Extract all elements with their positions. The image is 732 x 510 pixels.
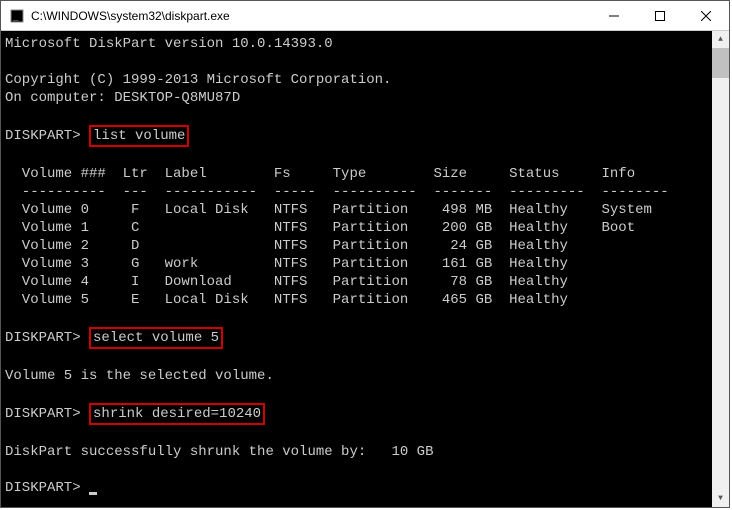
command-highlight: shrink desired=10240 (89, 403, 265, 425)
prompt-line: DISKPART> (5, 479, 710, 497)
scroll-down-button[interactable]: ▼ (712, 490, 729, 507)
copyright-line: Copyright (C) 1999-2013 Microsoft Corpor… (5, 71, 710, 89)
cursor-icon (89, 492, 97, 495)
table-row: Volume 0 F Local Disk NTFS Partition 498… (5, 201, 710, 219)
svg-text:_: _ (13, 12, 19, 22)
window-title: C:\WINDOWS\system32\diskpart.exe (31, 9, 591, 23)
app-icon: _ (9, 8, 25, 24)
window-controls (591, 1, 729, 30)
blank-line (5, 385, 710, 403)
console-window: _ C:\WINDOWS\system32\diskpart.exe Micro… (0, 0, 730, 508)
output-line: Volume 5 is the selected volume. (5, 367, 710, 385)
maximize-button[interactable] (637, 1, 683, 30)
blank-line (5, 425, 710, 443)
blank-line (5, 107, 710, 125)
table-row: Volume 3 G work NTFS Partition 161 GB He… (5, 255, 710, 273)
table-row: Volume 5 E Local Disk NTFS Partition 465… (5, 291, 710, 309)
table-divider: ---------- --- ----------- ----- -------… (5, 183, 710, 201)
blank-line (5, 53, 710, 71)
command-highlight: select volume 5 (89, 327, 223, 349)
prompt-line: DISKPART> select volume 5 (5, 327, 710, 349)
table-row: Volume 4 I Download NTFS Partition 78 GB… (5, 273, 710, 291)
blank-line (5, 309, 710, 327)
blank-line (5, 147, 710, 165)
table-row: Volume 1 C NTFS Partition 200 GB Healthy… (5, 219, 710, 237)
blank-line (5, 461, 710, 479)
titlebar[interactable]: _ C:\WINDOWS\system32\diskpart.exe (1, 1, 729, 31)
scroll-up-button[interactable]: ▲ (712, 31, 729, 48)
output-line: DiskPart successfully shrunk the volume … (5, 443, 710, 461)
table-header: Volume ### Ltr Label Fs Type Size Status… (5, 165, 710, 183)
table-row: Volume 2 D NTFS Partition 24 GB Healthy (5, 237, 710, 255)
close-button[interactable] (683, 1, 729, 30)
version-line: Microsoft DiskPart version 10.0.14393.0 (5, 35, 710, 53)
vertical-scrollbar[interactable]: ▲ ▼ (712, 31, 729, 507)
terminal-output[interactable]: Microsoft DiskPart version 10.0.14393.0 … (1, 31, 712, 507)
prompt-line: DISKPART> list volume (5, 125, 710, 147)
command-highlight: list volume (89, 125, 189, 147)
blank-line (5, 349, 710, 367)
computer-line: On computer: DESKTOP-Q8MU87D (5, 89, 710, 107)
prompt-line: DISKPART> shrink desired=10240 (5, 403, 710, 425)
scroll-thumb[interactable] (712, 48, 729, 78)
minimize-button[interactable] (591, 1, 637, 30)
content-area: Microsoft DiskPart version 10.0.14393.0 … (1, 31, 729, 507)
